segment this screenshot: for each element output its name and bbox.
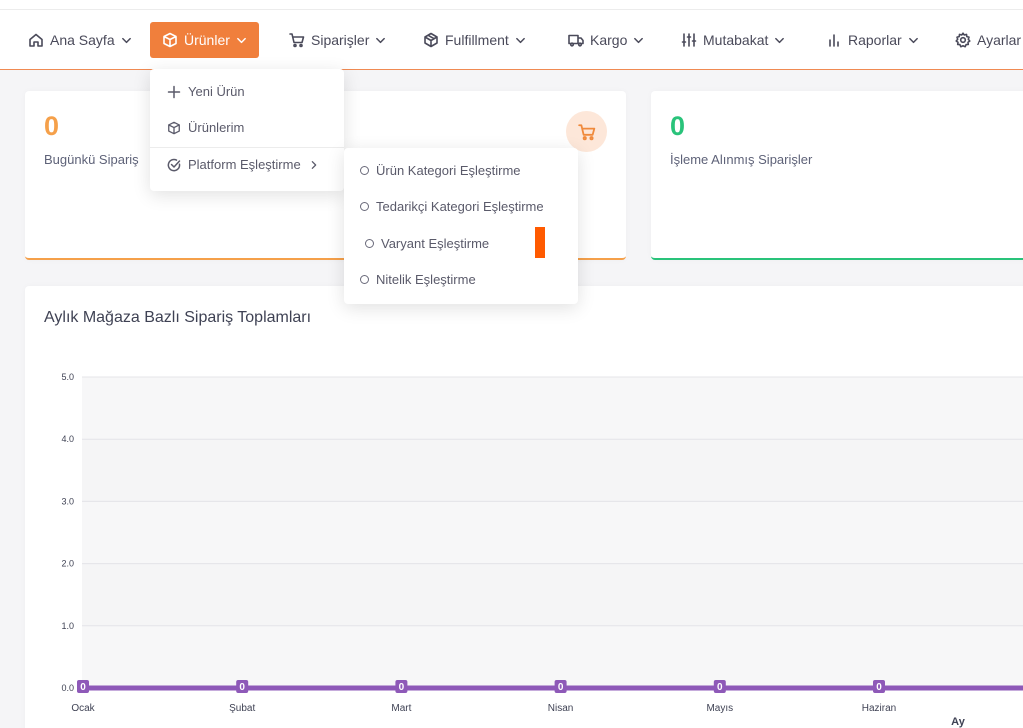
submenu-item-category-mapping[interactable]: Ürün Kategori Eşleştirme	[360, 163, 521, 178]
circle-bullet-icon	[360, 275, 369, 284]
truck-icon	[568, 32, 584, 48]
circle-bullet-icon	[365, 239, 374, 248]
products-dropdown: Yeni Ürün Ürünlerim Platform Eşleştirme	[150, 69, 344, 191]
nav-item-fulfillment[interactable]: Fulfillment	[423, 22, 526, 58]
nav-item-products[interactable]: Ürünler	[150, 22, 259, 58]
todays-orders-count: 0	[44, 111, 60, 141]
chevron-down-icon	[375, 35, 386, 46]
menu-item-label: Ürünlerim	[188, 120, 245, 135]
cart-icon	[289, 32, 305, 48]
plus-icon	[167, 85, 181, 99]
chevron-right-icon	[309, 160, 319, 170]
nav-item-home[interactable]: Ana Sayfa	[28, 22, 132, 58]
box-icon	[167, 121, 181, 135]
cursor-highlight-marker	[535, 227, 545, 258]
submenu-item-supplier-category-mapping[interactable]: Tedarikçi Kategori Eşleştirme	[360, 199, 544, 214]
nav-item-reconciliation[interactable]: Mutabakat	[681, 22, 785, 58]
chevron-down-icon	[633, 35, 644, 46]
nav-item-label: Siparişler	[311, 32, 370, 48]
circle-bullet-icon	[360, 166, 369, 175]
cart-icon	[566, 111, 607, 152]
nav-item-label: Mutabakat	[703, 32, 769, 48]
sliders-icon	[681, 32, 697, 48]
submenu-item-attribute-mapping[interactable]: Nitelik Eşleştirme	[360, 272, 476, 287]
nav-item-reports[interactable]: Raporlar	[826, 22, 919, 58]
menu-item-my-products[interactable]: Ürünlerim	[167, 120, 244, 135]
nav-item-label: Ürünler	[184, 32, 230, 48]
chevron-down-icon	[515, 35, 526, 46]
bar-chart-icon	[826, 32, 842, 48]
main-navbar: Ana Sayfa Ürünler Siparişler Fulfillment…	[0, 10, 1023, 70]
chevron-down-icon	[908, 35, 919, 46]
cube-icon	[423, 32, 439, 48]
top-strip	[0, 0, 1023, 10]
submenu-item-variant-mapping[interactable]: Varyant Eşleştirme	[365, 236, 489, 251]
chevron-down-icon	[236, 35, 247, 46]
menu-item-label: Platform Eşleştirme	[188, 157, 301, 172]
nav-item-label: Ayarlar	[977, 32, 1022, 48]
nav-item-shipping[interactable]: Kargo	[568, 22, 644, 58]
processed-orders-label: İşleme Alınmış Siparişler	[670, 152, 813, 167]
home-icon	[28, 32, 44, 48]
nav-item-label: Raporlar	[848, 32, 902, 48]
menu-item-label: Yeni Ürün	[188, 84, 245, 99]
submenu-item-label: Varyant Eşleştirme	[381, 236, 490, 251]
nav-item-label: Kargo	[590, 32, 628, 48]
platform-mapping-submenu: Ürün Kategori Eşleştirme Tedarikçi Kateg…	[344, 148, 578, 304]
processed-orders-count: 0	[670, 111, 686, 141]
nav-item-label: Ana Sayfa	[50, 32, 115, 48]
circle-bullet-icon	[360, 202, 369, 211]
submenu-item-label: Nitelik Eşleştirme	[376, 272, 476, 287]
submenu-item-label: Ürün Kategori Eşleştirme	[376, 163, 521, 178]
todays-orders-label: Bugünkü Sipariş	[44, 152, 139, 167]
nav-item-settings[interactable]: Ayarlar	[955, 22, 1021, 58]
box-icon	[162, 32, 178, 48]
chart-card	[25, 286, 1023, 728]
submenu-item-label: Tedarikçi Kategori Eşleştirme	[376, 199, 544, 214]
chevron-down-icon	[774, 35, 785, 46]
gear-icon	[955, 32, 971, 48]
chart-title: Aylık Mağaza Bazlı Sipariş Toplamları	[44, 309, 312, 326]
menu-divider	[150, 147, 344, 148]
nav-item-label: Fulfillment	[445, 32, 509, 48]
check-circle-icon	[167, 158, 181, 172]
chevron-down-icon	[121, 35, 132, 46]
processed-orders-card: 0 İşleme Alınmış Siparişler	[651, 91, 1023, 260]
nav-item-orders[interactable]: Siparişler	[289, 22, 386, 58]
menu-item-new-product[interactable]: Yeni Ürün	[167, 84, 245, 99]
menu-item-platform-mapping[interactable]: Platform Eşleştirme	[167, 157, 319, 172]
